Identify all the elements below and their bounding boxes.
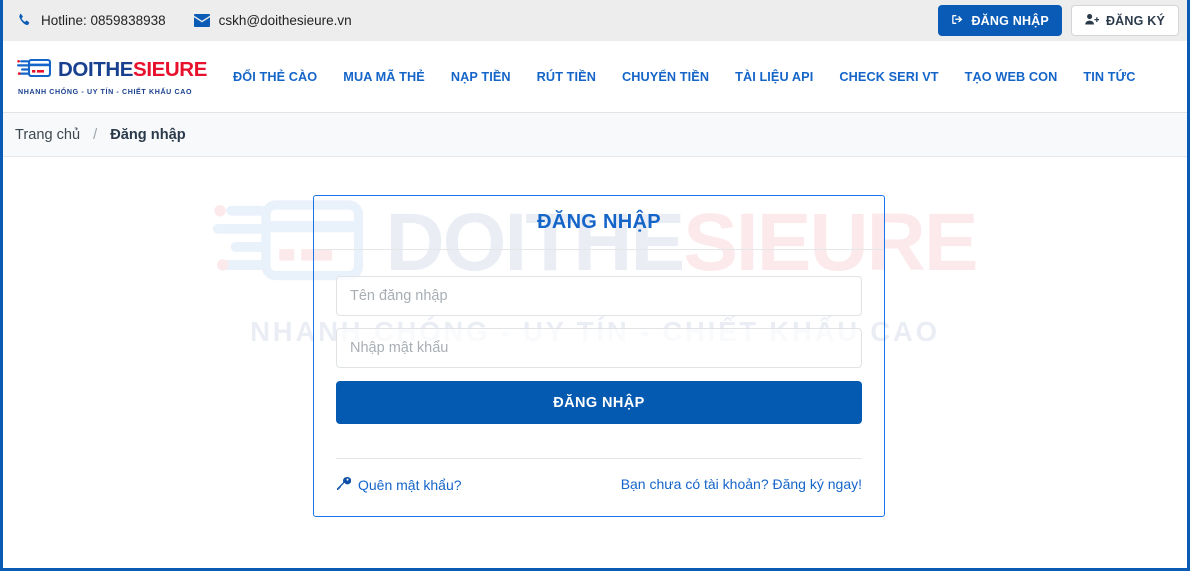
top-register-label: ĐĂNG KÝ xyxy=(1106,14,1165,28)
breadcrumb-home[interactable]: Trang chủ xyxy=(15,127,80,143)
hotline-item: Hotline: 0859838938 xyxy=(17,13,166,28)
logo-text: DOITHESIEURE xyxy=(58,60,207,81)
breadcrumb: Trang chủ / Đăng nhập xyxy=(3,113,1187,157)
card-speed-icon xyxy=(17,58,51,84)
login-submit-button[interactable]: ĐĂNG NHẬP xyxy=(336,381,862,424)
phone-icon xyxy=(17,13,32,28)
nav-item-nap-tien[interactable]: NẠP TIỀN xyxy=(451,70,511,84)
top-register-button[interactable]: ĐĂNG KÝ xyxy=(1071,5,1179,36)
breadcrumb-current: Đăng nhập xyxy=(110,127,185,143)
nav-item-rut-tien[interactable]: RÚT TIỀN xyxy=(537,70,596,84)
nav-item-mua-ma-the[interactable]: MUA MÃ THẺ xyxy=(343,70,425,84)
nav-item-tai-lieu-api[interactable]: TÀI LIỆU API xyxy=(735,70,813,84)
hotline-text: Hotline: 0859838938 xyxy=(41,13,166,28)
login-form: ĐĂNG NHẬP xyxy=(314,250,884,424)
username-input[interactable] xyxy=(336,276,862,316)
logo-row: DOITHESIEURE xyxy=(17,58,213,84)
page-title: ĐĂNG NHẬP xyxy=(537,211,661,234)
register-prompt-group: Bạn chưa có tài khoản? Đăng ký ngay! xyxy=(621,476,862,494)
page-root: Hotline: 0859838938 cskh@doithesieure.vn xyxy=(0,0,1190,571)
logo-tagline: NHANH CHÓNG - UY TÍN - CHIẾT KHẤU CAO xyxy=(17,88,213,96)
main-content: DOITHESIEURE NHANH CHÓNG - UY TÍN - CHIẾ… xyxy=(3,157,1187,571)
nav-item-check-seri-vt[interactable]: CHECK SERI VT xyxy=(839,70,938,84)
login-card-header: ĐĂNG NHẬP xyxy=(314,196,884,250)
breadcrumb-separator: / xyxy=(93,127,97,143)
login-card-footer: Quên mật khẩu? Bạn chưa có tài khoản? Đă… xyxy=(314,459,884,516)
top-contact-left: Hotline: 0859838938 cskh@doithesieure.vn xyxy=(17,13,352,28)
site-logo[interactable]: DOITHESIEURE NHANH CHÓNG - UY TÍN - CHIẾ… xyxy=(17,58,213,96)
nav-links: ĐỔI THẺ CÀO MUA MÃ THẺ NẠP TIỀN RÚT TIỀN… xyxy=(233,70,1136,84)
logo-text-part2: SIEURE xyxy=(133,58,207,81)
forgot-password-link[interactable]: Quên mật khẩu? xyxy=(358,477,462,493)
forgot-password-group: Quên mật khẩu? xyxy=(336,476,462,494)
top-actions: ĐĂNG NHẬP ĐĂNG KÝ xyxy=(938,5,1179,36)
envelope-icon xyxy=(194,14,210,27)
top-contact-bar: Hotline: 0859838938 cskh@doithesieure.vn xyxy=(3,0,1187,41)
email-item: cskh@doithesieure.vn xyxy=(194,13,352,28)
top-login-button[interactable]: ĐĂNG NHẬP xyxy=(938,5,1062,36)
register-now-link[interactable]: Bạn chưa có tài khoản? Đăng ký ngay! xyxy=(621,476,862,492)
nav-item-chuyen-tien[interactable]: CHUYỂN TIỀN xyxy=(622,70,709,84)
main-navbar: DOITHESIEURE NHANH CHÓNG - UY TÍN - CHIẾ… xyxy=(3,41,1187,113)
nav-item-tin-tuc[interactable]: TIN TỨC xyxy=(1083,70,1135,84)
sign-in-icon xyxy=(951,13,964,29)
nav-item-tao-web-con[interactable]: TẠO WEB CON xyxy=(965,70,1058,84)
key-icon xyxy=(336,476,351,494)
login-card-box: ĐĂNG NHẬP ĐĂNG NHẬP Quên mậ xyxy=(313,195,885,517)
top-login-label: ĐĂNG NHẬP xyxy=(971,14,1049,28)
user-plus-icon xyxy=(1085,13,1099,29)
email-text: cskh@doithesieure.vn xyxy=(219,13,352,28)
nav-item-doi-the-cao[interactable]: ĐỔI THẺ CÀO xyxy=(233,70,317,84)
password-input[interactable] xyxy=(336,328,862,368)
login-card: ĐĂNG NHẬP ĐĂNG NHẬP Quên mậ xyxy=(313,195,885,517)
logo-text-part1: DOITHE xyxy=(58,58,133,81)
